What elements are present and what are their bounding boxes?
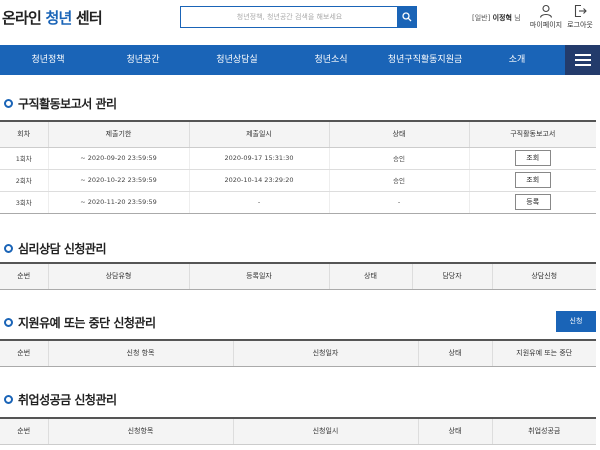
section-title-suspension: 지원유예 또는 중단 신청관리 [4,314,156,331]
section-title-employment-success: 취업성공금 신청관리 [4,391,117,408]
logout-link[interactable]: 로그아웃 [562,4,598,30]
submitted-cell: 2020-09-17 15:31:30 [188,147,329,170]
round-cell: 3회차 [0,191,48,214]
menu-button[interactable] [565,45,600,75]
deadline-cell: ~ 2020-10-22 23:59:59 [47,169,189,192]
status-cell: - [328,191,469,214]
section1-title: 구직활동보고서 관리 [18,97,117,111]
search-icon [402,12,412,22]
nav-item-youth-policy[interactable]: 청년정책 [31,45,64,75]
logout-icon [574,4,587,18]
view-report-button[interactable]: 조회 [514,172,551,188]
counseling-table: 순번 상담유형 등록일자 상태 담당자 상담신청 [0,262,596,290]
logo-accent: 청년 [45,9,72,27]
nav-item-youth-news[interactable]: 청년소식 [314,45,347,75]
search-box [180,6,417,28]
col-header: 회차 [0,120,48,148]
section-title-activity-report: 구직활동보고서 관리 [4,95,117,112]
nav-item-about[interactable]: 소개 [509,45,526,75]
apply-button[interactable]: 신청 [556,311,596,332]
user-name: 이정혁 [492,14,512,22]
section-bullet-icon [4,318,13,327]
col-header: 신청일자 [232,339,418,367]
action-cell: 조회 [468,169,596,192]
activity-report-table: 회차 제출기한 제출일시 상태 구직활동보고서 1회차 ~ 2020-09-20… [0,120,596,214]
col-header: 상태 [417,339,492,367]
deadline-cell: ~ 2020-09-20 23:59:59 [47,147,189,170]
deadline-cell: ~ 2020-11-20 23:59:59 [47,191,189,214]
nav-item-job-support[interactable]: 청년구직활동지원금 [388,45,463,75]
mypage-link[interactable]: 마이페이지 [528,4,564,30]
col-header: 상담유형 [47,262,189,290]
status-cell: 승인 [328,169,469,192]
site-logo[interactable]: 온라인 청년 센터 [2,7,103,28]
col-header: 신청일시 [232,417,418,445]
user-suffix: 님 [514,14,521,22]
search-input[interactable] [181,7,398,27]
employment-success-table: 순번 신청항목 신청일시 상태 취업성공금 [0,417,596,445]
main-nav: 청년정책 청년공간 청년상담실 청년소식 청년구직활동지원금 소개 [0,45,600,75]
user-info: [일반] 이정혁 님 [472,13,521,23]
col-header: 등록일자 [188,262,329,290]
col-header: 순번 [0,339,48,367]
round-cell: 2회차 [0,169,48,192]
register-report-button[interactable]: 등록 [514,194,551,210]
view-report-button[interactable]: 조회 [514,150,551,166]
col-header: 상태 [328,120,469,148]
col-header: 상태 [417,417,492,445]
col-header: 순번 [0,262,48,290]
col-header: 취업성공금 [491,417,596,445]
user-type: [일반] [472,14,491,22]
logo-prefix: 온라인 [2,9,46,27]
section-bullet-icon [4,395,13,404]
section-bullet-icon [4,244,13,253]
col-header: 담당자 [411,262,492,290]
col-header: 상태 [328,262,412,290]
user-icon [539,4,553,18]
section-title-counseling: 심리상담 신청관리 [4,240,107,257]
suspension-table: 순번 신청 항목 신청일자 상태 지원유예 또는 중단 [0,339,596,367]
col-header: 구직활동보고서 [468,120,596,148]
site-header: 온라인 청년 센터 [일반] 이정혁 님 마이페이지 로그아웃 [0,0,600,44]
nav-item-youth-counseling[interactable]: 청년상담실 [216,45,257,75]
search-button[interactable] [397,6,417,28]
col-header: 신청 항목 [47,339,233,367]
col-header: 신청항목 [47,417,233,445]
table-row: 3회차 ~ 2020-11-20 23:59:59 - - 등록 [0,191,596,214]
section4-title: 취업성공금 신청관리 [18,393,117,407]
hamburger-icon [574,54,591,56]
col-header: 순번 [0,417,48,445]
logo-suffix: 센터 [71,9,103,27]
col-header: 제출일시 [188,120,329,148]
table-row: 2회차 ~ 2020-10-22 23:59:59 2020-10-14 23:… [0,169,596,192]
table-bottom-border [0,289,596,290]
action-cell: 조회 [468,147,596,170]
section-bullet-icon [4,99,13,108]
col-header: 상담신청 [491,262,596,290]
logout-label: 로그아웃 [567,21,593,29]
table-bottom-border [0,366,596,367]
table-row: 1회차 ~ 2020-09-20 23:59:59 2020-09-17 15:… [0,147,596,170]
section3-title: 지원유예 또는 중단 신청관리 [18,316,156,330]
mypage-label: 마이페이지 [529,21,563,29]
action-cell: 등록 [468,191,596,214]
section2-title: 심리상담 신청관리 [18,242,107,256]
submitted-cell: 2020-10-14 23:29:20 [188,169,329,192]
status-cell: 승인 [328,147,469,170]
round-cell: 1회차 [0,147,48,170]
nav-item-youth-space[interactable]: 청년공간 [126,45,159,75]
submitted-cell: - [188,191,329,214]
col-header: 지원유예 또는 중단 [491,339,596,367]
col-header: 제출기한 [47,120,189,148]
